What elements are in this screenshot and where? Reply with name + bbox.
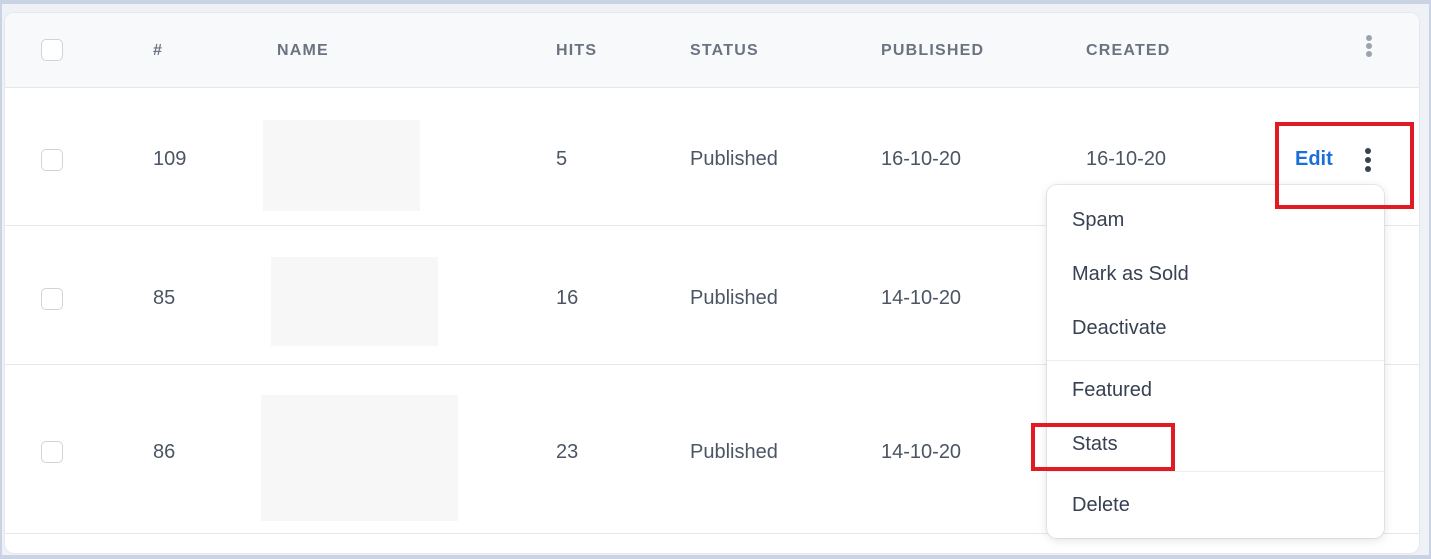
row-checkbox[interactable] [41,288,63,310]
row-status: Published [690,441,778,463]
menu-item-deactivate[interactable]: Deactivate [1072,317,1167,340]
row-published: 14-10-20 [881,287,962,309]
header-hits: HITS [556,42,598,59]
row-created: 16-10-20 [1086,148,1167,170]
header-created: CREATED [1086,42,1171,59]
row-checkbox[interactable] [41,149,63,171]
row-published: 14-10-20 [881,441,962,463]
menu-item-delete[interactable]: Delete [1072,494,1130,517]
row-checkbox[interactable] [41,441,63,463]
select-all-checkbox[interactable] [41,39,63,61]
header-more-options-icon[interactable] [1366,35,1372,57]
menu-item-stats[interactable]: Stats [1072,433,1118,456]
menu-divider [1047,360,1384,361]
row-status: Published [690,287,778,309]
row-published: 16-10-20 [881,148,962,170]
row-id: 109 [153,148,187,170]
table-header: # NAME HITS STATUS PUBLISHED CREATED [5,13,1419,88]
listing-thumbnail[interactable] [271,257,438,346]
header-num: # [153,42,164,59]
menu-item-mark-as-sold[interactable]: Mark as Sold [1072,263,1189,286]
row-hits: 5 [556,148,568,170]
row-hits: 23 [556,441,579,463]
row-actions-menu: Spam Mark as Sold Deactivate Featured St… [1047,185,1384,538]
listing-thumbnail[interactable] [263,120,420,211]
row-hits: 16 [556,287,579,309]
menu-item-featured[interactable]: Featured [1072,379,1152,402]
row-id: 86 [153,441,176,463]
header-published: PUBLISHED [881,42,985,59]
row-status: Published [690,148,778,170]
edit-link[interactable]: Edit [1295,148,1333,171]
row-id: 85 [153,287,176,309]
listing-thumbnail[interactable] [261,395,458,521]
menu-item-spam[interactable]: Spam [1072,209,1124,232]
header-status: STATUS [690,42,759,59]
menu-divider [1047,471,1384,472]
header-name: NAME [277,42,329,59]
row-more-options-icon[interactable] [1365,148,1371,172]
